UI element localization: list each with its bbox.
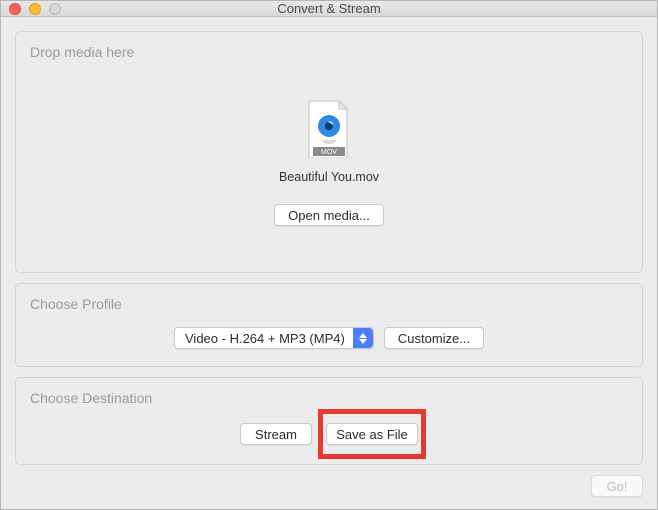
filetype-badge: MOV [321, 149, 337, 156]
choose-destination-label: Choose Destination [16, 378, 642, 410]
save-as-file-button[interactable]: Save as File [326, 423, 418, 445]
drop-media-label: Drop media here [16, 32, 642, 64]
dropped-file-name: Beautiful You.mov [279, 170, 379, 184]
window-controls [1, 3, 61, 15]
window-title: Convert & Stream [1, 1, 657, 16]
save-as-file-wrapper: Save as File [326, 423, 418, 445]
profile-row: Video - H.264 + MP3 (MP4) Customize... [16, 316, 642, 366]
chevron-updown-icon [353, 328, 373, 348]
choose-profile-group: Choose Profile Video - H.264 + MP3 (MP4)… [15, 283, 643, 367]
zoom-icon[interactable] [49, 3, 61, 15]
go-button[interactable]: Go! [591, 475, 643, 497]
footer: Go! [1, 469, 657, 509]
customize-button[interactable]: Customize... [384, 327, 484, 349]
content-area: Drop media here MOV Beautiful You.mov [1, 17, 657, 469]
stream-button[interactable]: Stream [240, 423, 312, 445]
drop-media-group[interactable]: Drop media here MOV Beautiful You.mov [15, 31, 643, 273]
choose-profile-label: Choose Profile [16, 284, 642, 316]
minimize-icon[interactable] [29, 3, 41, 15]
close-icon[interactable] [9, 3, 21, 15]
profile-select[interactable]: Video - H.264 + MP3 (MP4) [174, 327, 374, 349]
open-media-button[interactable]: Open media... [274, 204, 384, 226]
mov-file-icon: MOV [305, 100, 353, 158]
titlebar: Convert & Stream [1, 1, 657, 17]
drop-media-inner: MOV Beautiful You.mov Open media... [16, 64, 642, 272]
choose-destination-group: Choose Destination Stream Save as File [15, 377, 643, 465]
destination-row: Stream Save as File [16, 410, 642, 464]
profile-select-value: Video - H.264 + MP3 (MP4) [185, 331, 345, 346]
convert-stream-window: Convert & Stream Drop media here MOV [0, 0, 658, 510]
